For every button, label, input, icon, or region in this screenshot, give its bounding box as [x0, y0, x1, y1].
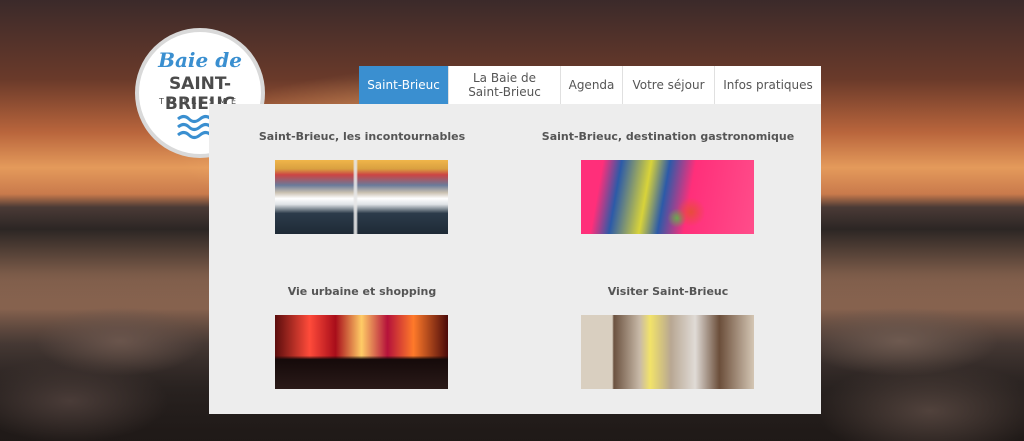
menu-card-title[interactable]: Saint-Brieuc, les incontournables	[209, 128, 515, 146]
old-town-street-image[interactable]	[581, 315, 754, 389]
menu-card-incontournables[interactable]: Saint-Brieuc, les incontournables	[209, 128, 515, 234]
mega-menu-dropdown: Saint-Brieuc, les incontournables Saint-…	[209, 104, 821, 414]
nav-item-infos-pratiques[interactable]: Infos pratiques	[715, 66, 821, 104]
concert-crowd-image[interactable]	[275, 315, 448, 389]
menu-card-gastronomique[interactable]: Saint-Brieuc, destination gastronomique	[515, 128, 821, 234]
menu-card-title[interactable]: Saint-Brieuc, destination gastronomique	[515, 128, 821, 146]
menu-card-title[interactable]: Vie urbaine et shopping	[209, 283, 515, 301]
nav-item-votre-sejour[interactable]: Votre séjour	[623, 66, 715, 104]
food-plate-image[interactable]	[581, 160, 754, 234]
nav-item-la-baie-de-saint-brieuc[interactable]: La Baie de Saint-Brieuc	[449, 66, 561, 104]
logo-line-baie-de: Baie de	[158, 48, 242, 72]
nav-item-agenda[interactable]: Agenda	[561, 66, 623, 104]
menu-card-vie-urbaine[interactable]: Vie urbaine et shopping	[209, 283, 515, 389]
menu-card-title[interactable]: Visiter Saint-Brieuc	[515, 283, 821, 301]
menu-card-visiter[interactable]: Visiter Saint-Brieuc	[515, 283, 821, 389]
nav-item-saint-brieuc[interactable]: Saint-Brieuc	[359, 66, 449, 104]
main-navigation: Saint-Brieuc La Baie de Saint-Brieuc Age…	[359, 66, 821, 104]
harbor-boats-image[interactable]	[275, 160, 448, 234]
